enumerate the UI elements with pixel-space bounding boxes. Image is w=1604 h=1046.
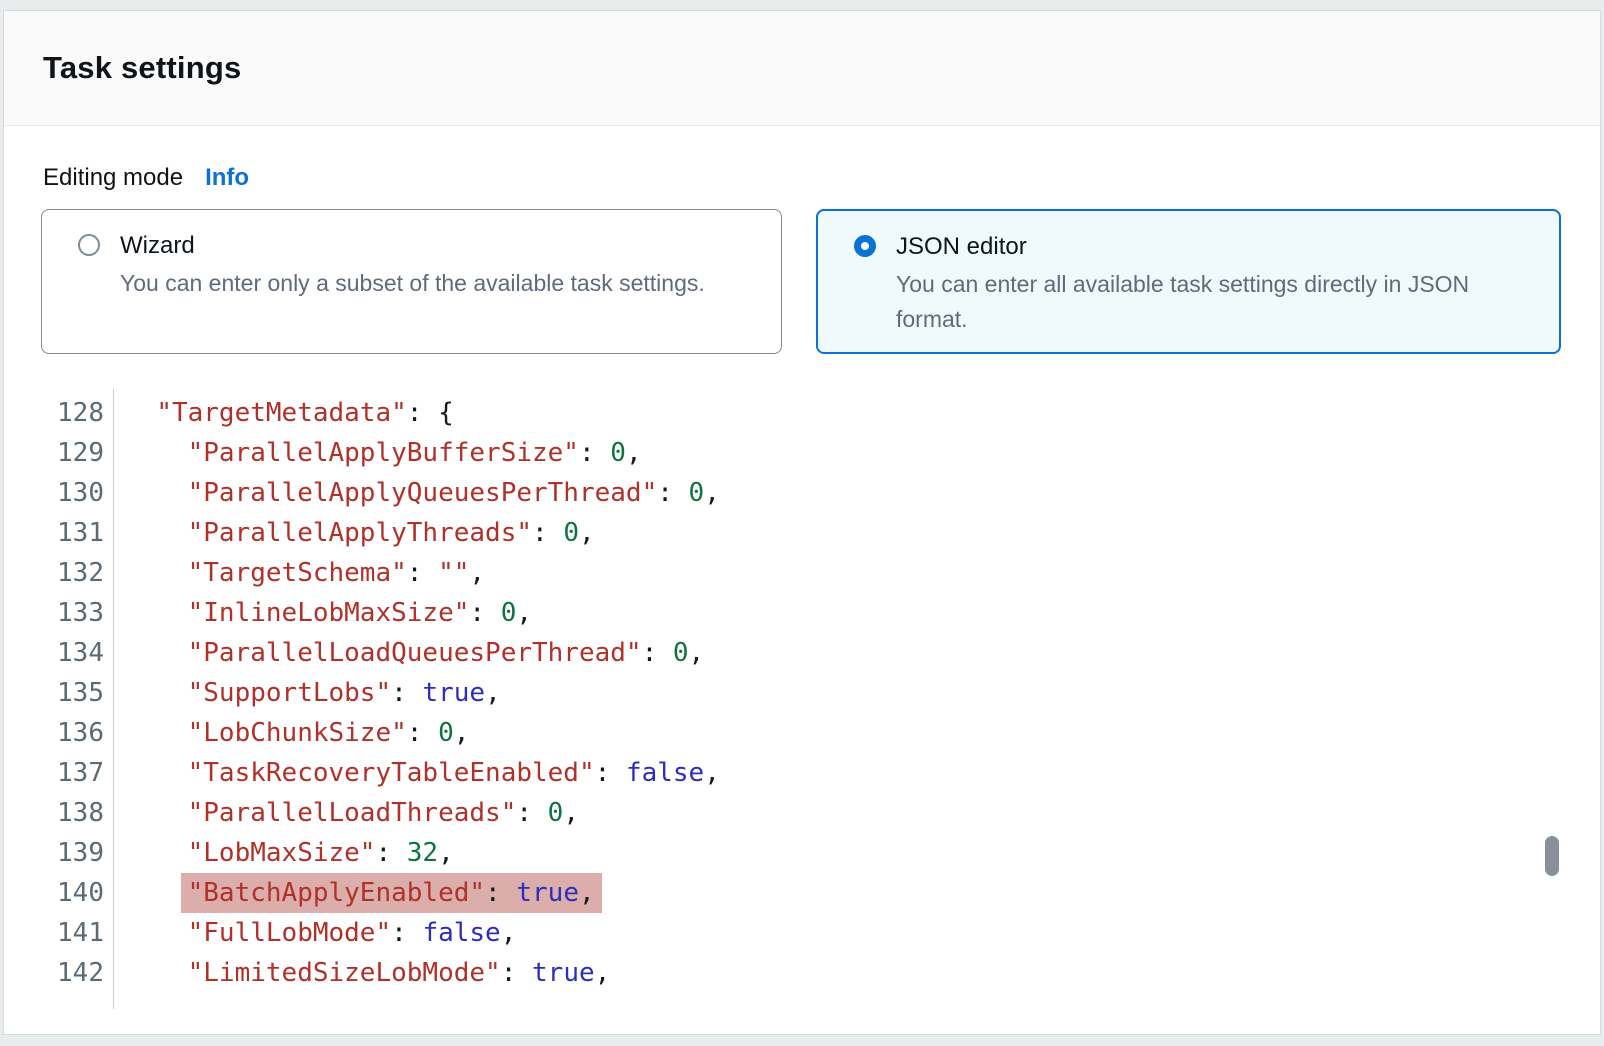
task-settings-card: Task settings Editing mode Info Wizard Y… bbox=[3, 10, 1601, 1035]
gutter: 1281291301311321331341351361371381391401… bbox=[4, 393, 104, 993]
tile-json-editor-description: You can enter all available task setting… bbox=[896, 267, 1526, 337]
code-line[interactable]: "TargetMetadata": { bbox=[125, 393, 720, 433]
editing-mode-label: Editing mode bbox=[43, 161, 183, 195]
line-number: 136 bbox=[4, 713, 104, 753]
code-line[interactable]: "TaskRecoveryTableEnabled": false, bbox=[125, 753, 720, 793]
code-lines[interactable]: "TargetMetadata": { "ParallelApplyBuffer… bbox=[125, 393, 720, 993]
line-number: 141 bbox=[4, 913, 104, 953]
code-line[interactable]: "ParallelLoadQueuesPerThread": 0, bbox=[125, 633, 720, 673]
line-number: 134 bbox=[4, 633, 104, 673]
line-number: 130 bbox=[4, 473, 104, 513]
code-line[interactable]: "ParallelApplyThreads": 0, bbox=[125, 513, 720, 553]
line-number: 135 bbox=[4, 673, 104, 713]
tile-json-editor-title: JSON editor bbox=[896, 231, 1027, 263]
code-line[interactable]: "LimitedSizeLobMode": true, bbox=[125, 953, 720, 993]
line-number: 140 bbox=[4, 873, 104, 913]
editing-mode-tiles: Wizard You can enter only a subset of th… bbox=[41, 209, 1561, 354]
code-line[interactable]: "LobChunkSize": 0, bbox=[125, 713, 720, 753]
code-line[interactable]: "FullLobMode": false, bbox=[125, 913, 720, 953]
code-line[interactable]: "InlineLobMaxSize": 0, bbox=[125, 593, 720, 633]
editing-mode-row: Editing mode Info bbox=[43, 161, 249, 195]
line-number: 142 bbox=[4, 953, 104, 993]
highlighted-token: "BatchApplyEnabled": true, bbox=[181, 873, 602, 913]
line-number: 138 bbox=[4, 793, 104, 833]
card-header: Task settings bbox=[4, 11, 1600, 126]
wizard-radio-icon[interactable] bbox=[78, 234, 100, 256]
line-number: 129 bbox=[4, 433, 104, 473]
code-line[interactable]: "ParallelLoadThreads": 0, bbox=[125, 793, 720, 833]
page-title: Task settings bbox=[43, 50, 241, 86]
line-number: 131 bbox=[4, 513, 104, 553]
gutter-divider bbox=[113, 389, 114, 1009]
tile-wizard-title: Wizard bbox=[120, 230, 195, 262]
tile-json-editor[interactable]: JSON editor You can enter all available … bbox=[816, 209, 1561, 354]
line-number: 137 bbox=[4, 753, 104, 793]
json-editor-radio-icon[interactable] bbox=[854, 235, 876, 257]
line-number: 139 bbox=[4, 833, 104, 873]
line-number: 133 bbox=[4, 593, 104, 633]
tile-wizard-description: You can enter only a subset of the avail… bbox=[120, 266, 750, 301]
code-line[interactable]: "SupportLobs": true, bbox=[125, 673, 720, 713]
info-link[interactable]: Info bbox=[205, 161, 249, 195]
task-settings-page: Task settings Editing mode Info Wizard Y… bbox=[0, 0, 1604, 1046]
code-line[interactable]: "LobMaxSize": 32, bbox=[125, 833, 720, 873]
code-line[interactable]: "BatchApplyEnabled": true, bbox=[125, 873, 720, 913]
code-line[interactable]: "TargetSchema": "", bbox=[125, 553, 720, 593]
json-code-editor[interactable]: 1281291301311321331341351361371381391401… bbox=[4, 393, 1564, 1013]
scrollbar-thumb[interactable] bbox=[1545, 836, 1559, 876]
code-line[interactable]: "ParallelApplyQueuesPerThread": 0, bbox=[125, 473, 720, 513]
code-line[interactable]: "ParallelApplyBufferSize": 0, bbox=[125, 433, 720, 473]
line-number: 128 bbox=[4, 393, 104, 433]
line-number: 132 bbox=[4, 553, 104, 593]
tile-wizard[interactable]: Wizard You can enter only a subset of th… bbox=[41, 209, 782, 354]
